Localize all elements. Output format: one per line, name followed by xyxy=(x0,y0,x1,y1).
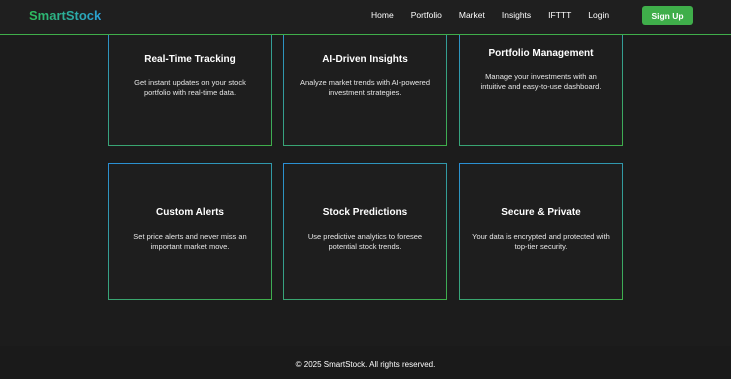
feature-description: Analyze market trends with AI-powered in… xyxy=(299,78,431,97)
nav-link-portfolio[interactable]: Portfolio xyxy=(411,10,442,20)
feature-title: Portfolio Management xyxy=(488,48,594,59)
nav-link-insights[interactable]: Insights xyxy=(502,10,531,20)
feature-description: Manage your investments with an intuitiv… xyxy=(480,72,602,91)
nav-link-market[interactable]: Market xyxy=(459,10,485,20)
brand-logo[interactable]: SmartStock xyxy=(29,8,101,23)
feature-title: Secure & Private xyxy=(501,207,581,218)
nav-link-ifttt[interactable]: IFTTT xyxy=(548,10,571,20)
feature-description: Your data is encrypted and protected wit… xyxy=(472,232,610,251)
feature-card-secure-private: Secure & Private Your data is encrypted … xyxy=(459,163,623,300)
signup-button[interactable]: Sign Up xyxy=(642,6,693,25)
top-navbar: SmartStock Home Portfolio Market Insight… xyxy=(0,0,731,35)
feature-card-real-time-tracking: Real-Time Tracking Get instant updates o… xyxy=(108,20,272,146)
feature-title: AI-Driven Insights xyxy=(322,54,408,65)
footer-copyright: © 2025 SmartStock. All rights reserved. xyxy=(295,360,436,369)
feature-title: Custom Alerts xyxy=(156,207,224,218)
feature-title: Stock Predictions xyxy=(322,207,408,218)
feature-card-stock-predictions: Stock Predictions Use predictive analyti… xyxy=(283,163,447,300)
feature-card-portfolio-management: Portfolio Management Manage your investm… xyxy=(459,20,623,146)
nav-links: Home Portfolio Market Insights IFTTT Log… xyxy=(371,10,626,20)
feature-card-ai-driven-insights: AI-Driven Insights Analyze market trends… xyxy=(283,20,447,146)
feature-description: Use predictive analytics to foresee pote… xyxy=(307,232,423,251)
feature-title: Real-Time Tracking xyxy=(144,54,236,65)
feature-description: Get instant updates on your stock portfo… xyxy=(134,78,246,97)
nav-link-home[interactable]: Home xyxy=(371,10,394,20)
feature-description: Set price alerts and never miss an impor… xyxy=(133,232,247,251)
features-grid: Real-Time Tracking Get instant updates o… xyxy=(0,0,731,379)
nav-link-login[interactable]: Login xyxy=(588,10,609,20)
page-footer: © 2025 SmartStock. All rights reserved. xyxy=(0,346,731,379)
feature-card-custom-alerts: Custom Alerts Set price alerts and never… xyxy=(108,163,272,300)
